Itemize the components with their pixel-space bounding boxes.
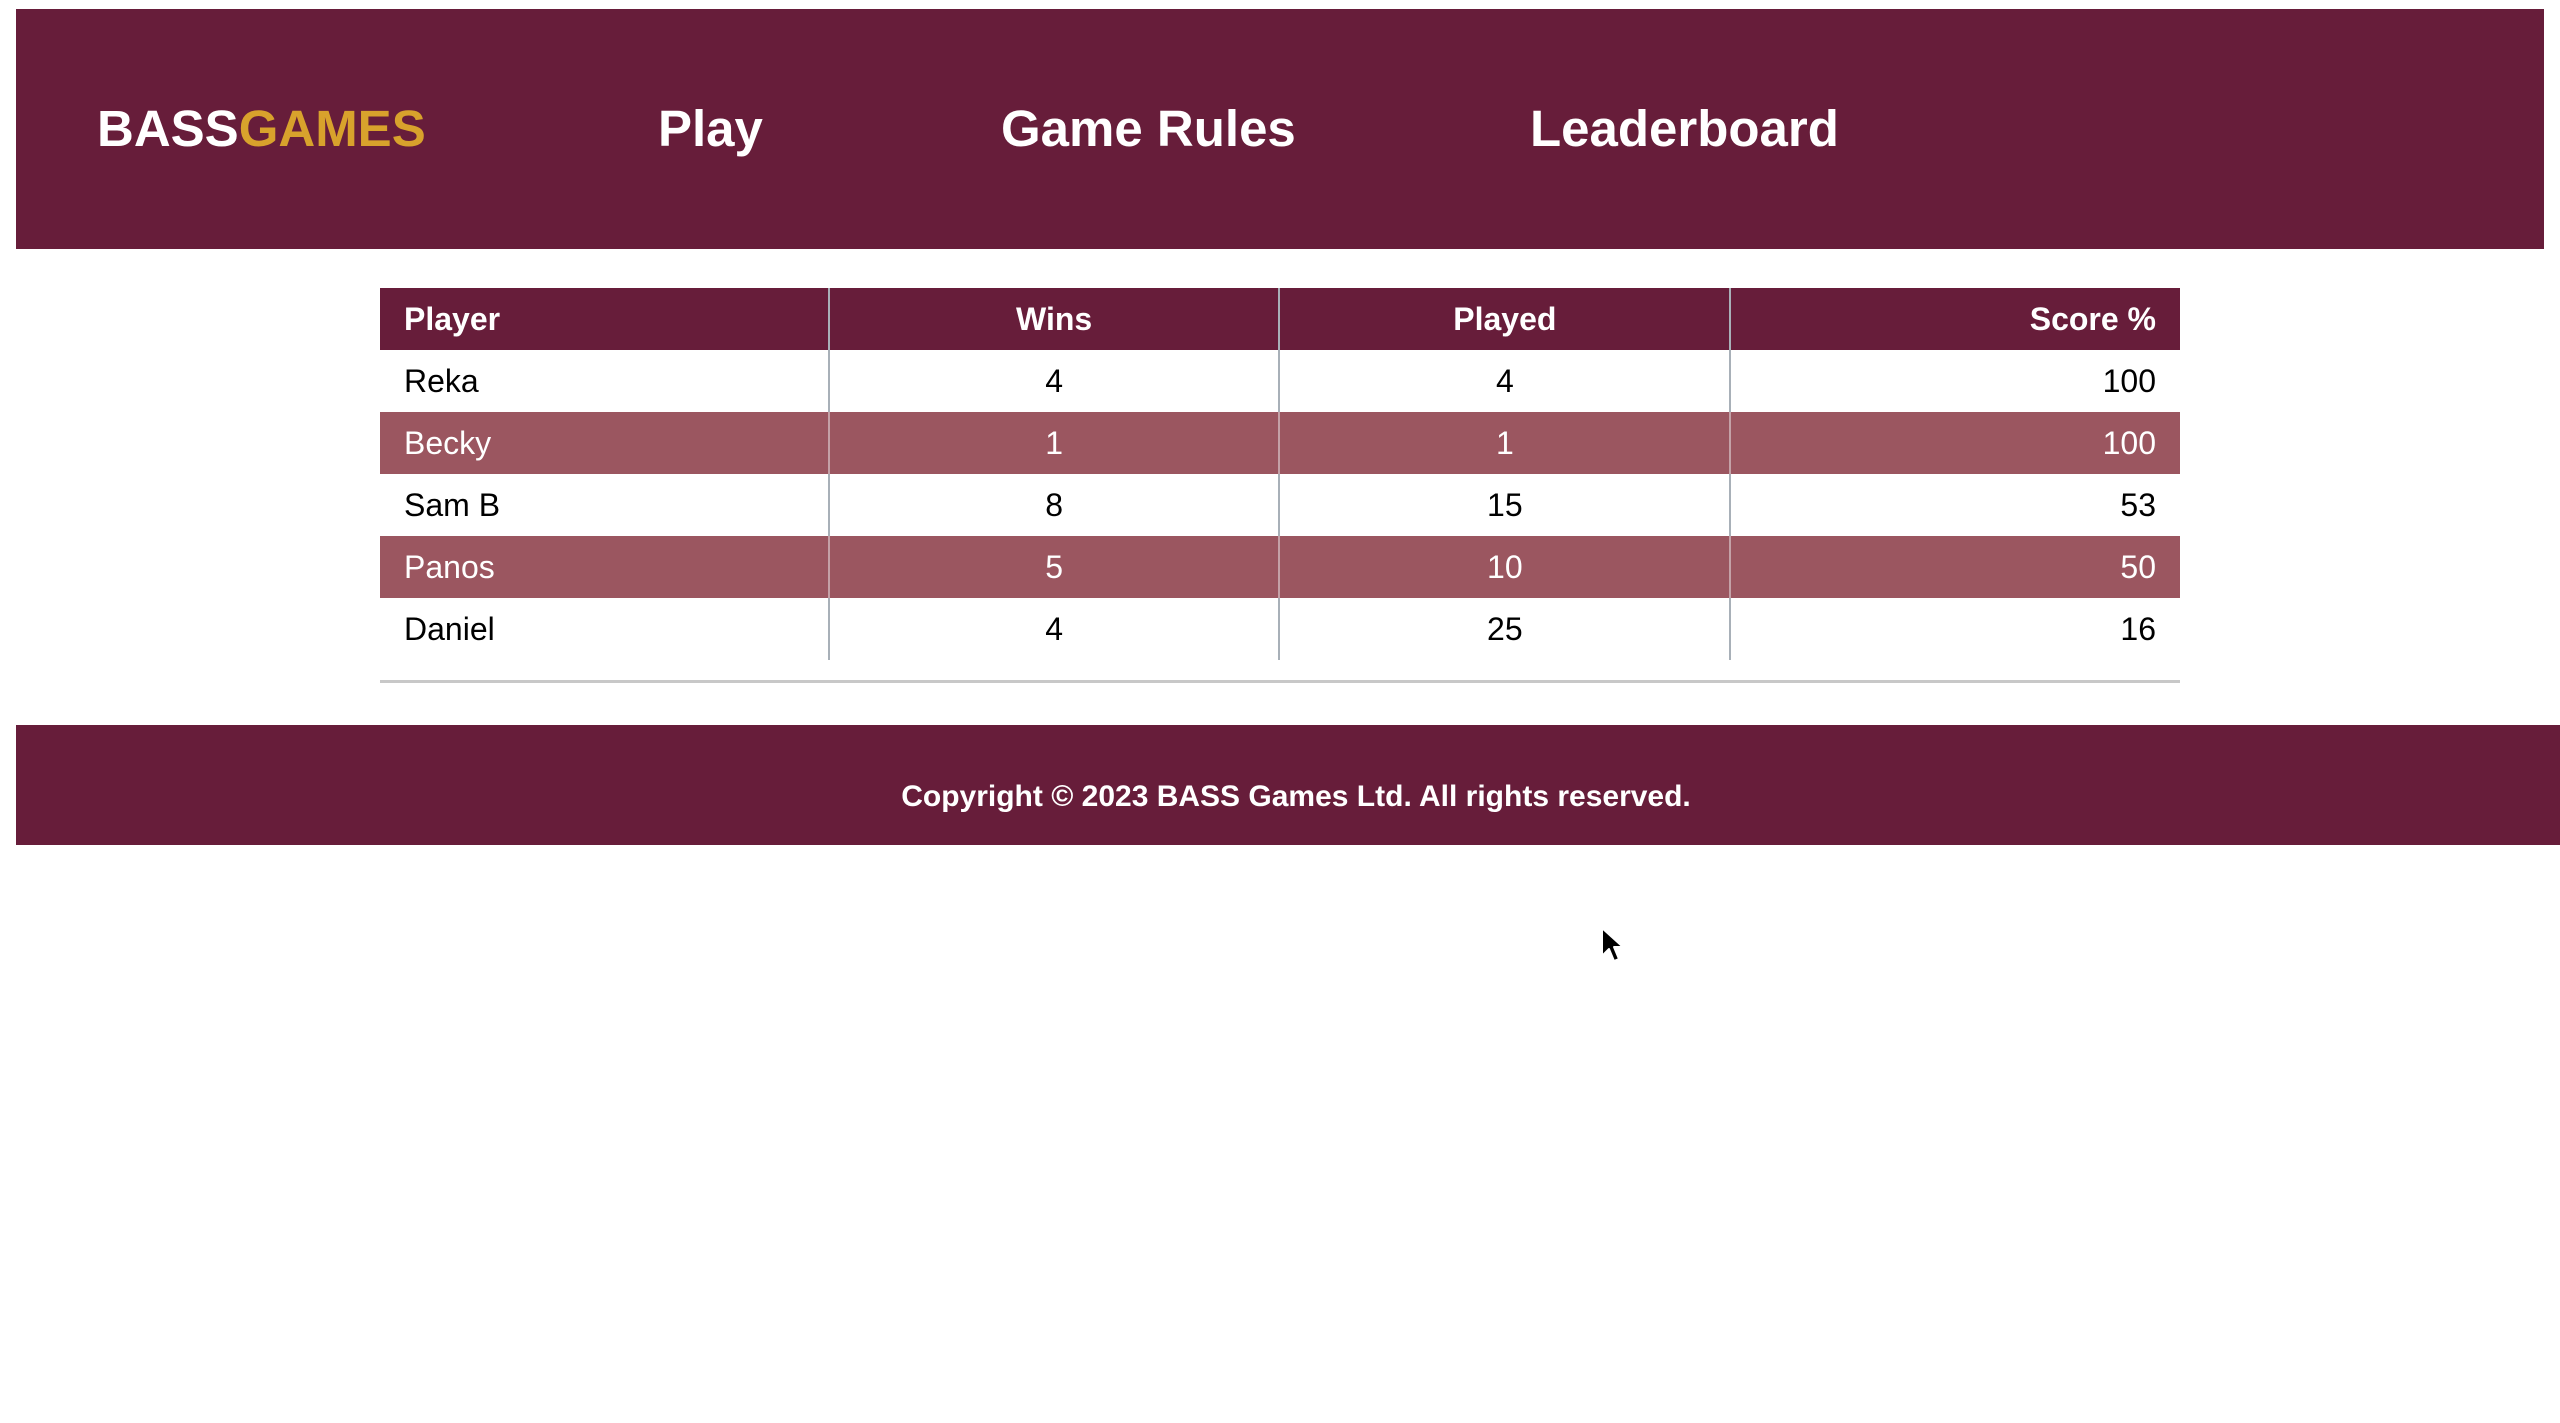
cell-player: Reka bbox=[404, 362, 479, 399]
cell-score: 50 bbox=[1729, 536, 2180, 598]
copyright-text: Copyright © 2023 BASS Games Ltd. All rig… bbox=[901, 780, 1691, 813]
cell-played: 10 bbox=[1278, 536, 1731, 598]
cell-player: Panos bbox=[380, 536, 829, 598]
table-row: Panos 5 10 50 bbox=[380, 536, 2180, 598]
cell-score: 53 bbox=[1729, 474, 2180, 536]
nav-link-leaderboard[interactable]: Leaderboard bbox=[1530, 99, 1839, 158]
table-row: Becky 1 1 100 bbox=[380, 412, 2180, 474]
column-header-wins: Wins bbox=[827, 288, 1280, 350]
column-header-played: Played bbox=[1278, 288, 1731, 350]
column-header-player: Player bbox=[380, 288, 829, 350]
cell-player: Becky bbox=[380, 412, 829, 474]
logo[interactable]: BASSGAMES bbox=[97, 99, 426, 158]
cell-played: 4 bbox=[1278, 350, 1731, 412]
cell-score: 16 bbox=[1729, 598, 2180, 660]
cell-played: 15 bbox=[1278, 474, 1731, 536]
table-header-row: Player Wins Played Score % bbox=[380, 288, 2180, 350]
cell-wins: 8 bbox=[827, 474, 1280, 536]
logo-games-text: GAMES bbox=[238, 100, 426, 157]
cell-played: 1 bbox=[1278, 412, 1731, 474]
cell-wins: 1 bbox=[827, 412, 1280, 474]
logo-bass-text: BASS bbox=[97, 100, 239, 157]
site-footer: Copyright © 2023 BASS Games Ltd. All rig… bbox=[16, 725, 2560, 845]
table-bottom-divider bbox=[380, 680, 2180, 683]
leaderboard-table: Player Wins Played Score % Reka 4 4 100 … bbox=[380, 288, 2180, 660]
nav-link-game-rules[interactable]: Game Rules bbox=[1001, 99, 1296, 158]
mouse-pointer-icon bbox=[1601, 927, 1624, 962]
page: BASSGAMES Play Game Rules Leaderboard Pl… bbox=[0, 0, 2560, 1423]
cell-wins: 5 bbox=[827, 536, 1280, 598]
column-header-score: Score % bbox=[1729, 288, 2180, 350]
cell-played: 25 bbox=[1278, 598, 1731, 660]
cell-score: 100 bbox=[1729, 350, 2180, 412]
table-row: Daniel 4 25 16 bbox=[380, 598, 2180, 660]
cell-wins: 4 bbox=[827, 598, 1280, 660]
cell-wins: 4 bbox=[827, 350, 1280, 412]
nav-link-play[interactable]: Play bbox=[658, 99, 763, 158]
table-row: Reka 4 4 100 bbox=[380, 350, 2180, 412]
table-row: Sam B 8 15 53 bbox=[380, 474, 2180, 536]
site-header: BASSGAMES Play Game Rules Leaderboard bbox=[16, 9, 2544, 249]
cell-score: 100 bbox=[1729, 412, 2180, 474]
cell-player: Sam B bbox=[404, 486, 501, 523]
cell-player: Daniel bbox=[404, 610, 495, 647]
